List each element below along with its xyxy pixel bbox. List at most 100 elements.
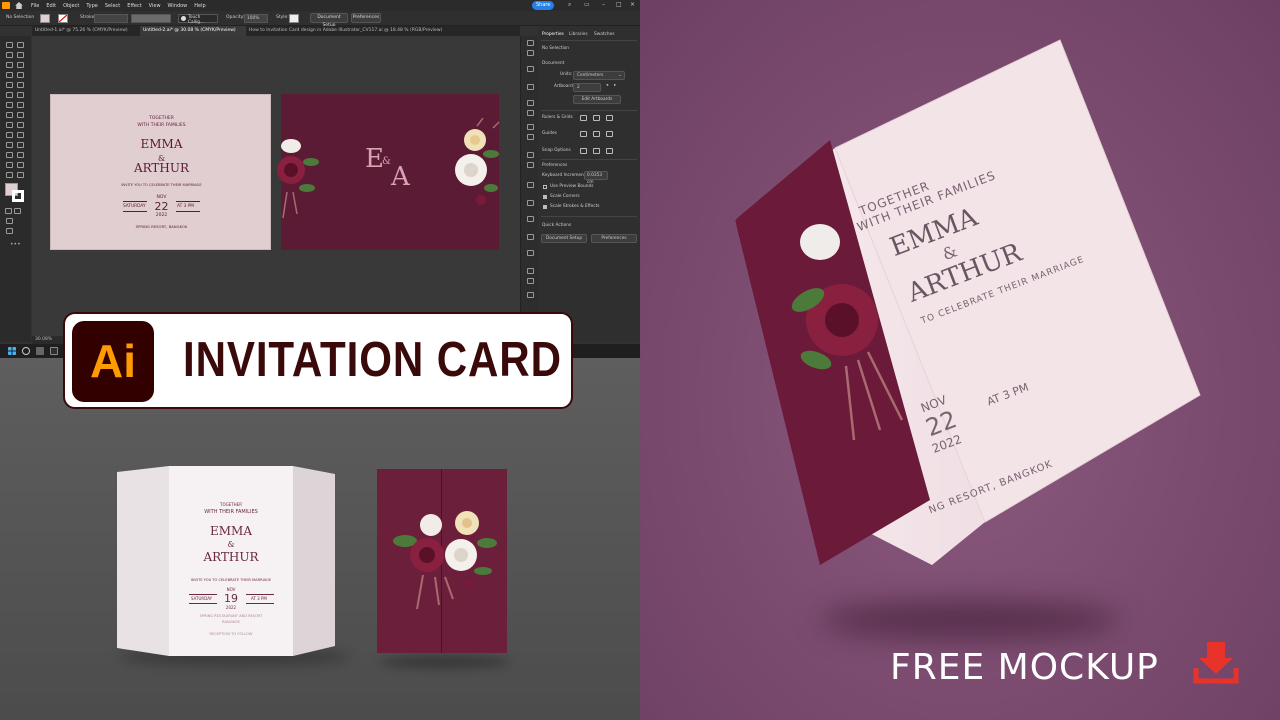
task-view-icon[interactable] (36, 347, 44, 355)
color-mode-icon[interactable] (5, 208, 12, 214)
transparency-panel-icon[interactable] (527, 152, 534, 158)
line-tool-icon[interactable] (17, 72, 24, 78)
artboard-invitation[interactable]: TOGETHER WITH THEIR FAMILIES EMMA & ARTH… (50, 94, 271, 250)
graphic-styles-icon[interactable] (527, 110, 534, 116)
artboard-tool-icon[interactable] (6, 162, 13, 168)
artboard-dropdown[interactable]: 2 (573, 83, 601, 92)
zoom-tool-icon[interactable] (17, 172, 24, 178)
snap-to-glyph-icon[interactable] (606, 148, 613, 154)
snap-to-pixel-icon[interactable] (593, 148, 600, 154)
tab-invitation-card[interactable]: How to Invitation Card design in Adobe I… (246, 26, 520, 36)
lock-guides-icon[interactable] (593, 131, 600, 137)
asset-export-icon[interactable] (527, 292, 534, 298)
menu-help[interactable]: Help (194, 3, 205, 9)
menu-effect[interactable]: Effect (127, 3, 141, 9)
transparency-grid-icon[interactable] (606, 115, 613, 121)
scale-corners-checkbox[interactable] (543, 195, 547, 199)
stroke-color-icon[interactable] (12, 190, 24, 202)
shape-builder-tool-icon[interactable] (6, 122, 13, 128)
links-panel-icon[interactable] (527, 84, 534, 90)
units-dropdown[interactable]: Centimeters ⌄ (573, 71, 625, 80)
more-tools-icon[interactable]: ••• (10, 241, 21, 248)
opacity-label[interactable]: Opacity: (226, 15, 245, 20)
character-panel-icon[interactable] (527, 124, 534, 130)
paintbrush-tool-icon[interactable] (17, 82, 24, 88)
rotate-tool-icon[interactable] (6, 102, 13, 108)
use-preview-bounds-checkbox[interactable] (543, 185, 547, 189)
color-panel-icon[interactable] (527, 40, 534, 46)
tab-libraries[interactable]: Libraries (569, 32, 588, 37)
perspective-grid-tool-icon[interactable] (17, 122, 24, 128)
rectangle-tool-icon[interactable] (6, 82, 13, 88)
quick-preferences-button[interactable]: Preferences (591, 234, 637, 243)
selection-tool-icon[interactable] (6, 42, 13, 48)
menu-window[interactable]: Window (168, 3, 188, 9)
previous-artboard-icon[interactable]: ◂ (606, 83, 608, 88)
keyboard-increment-field[interactable]: 0.0353 cm (584, 171, 608, 185)
edit-artboards-button[interactable]: Edit Artboards (573, 95, 621, 104)
menu-object[interactable]: Object (63, 3, 79, 9)
tab-untitled-1[interactable]: Untitled-1.ai* @ 75.26 % (CMYK/Preview) (32, 26, 140, 36)
appearance-panel-icon[interactable] (527, 100, 534, 106)
share-button[interactable]: Share (532, 1, 555, 10)
blend-tool-icon[interactable] (17, 142, 24, 148)
transform-panel-icon[interactable] (527, 250, 534, 256)
maximize-icon[interactable]: □ (616, 1, 622, 8)
search-icon[interactable]: ⌕ (568, 1, 571, 9)
home-icon[interactable] (15, 2, 23, 9)
brushes-panel-icon[interactable] (527, 182, 534, 188)
document-setup-button[interactable]: Document Setup (310, 13, 348, 28)
canvas-area[interactable]: TOGETHER WITH THEIR FAMILIES EMMA & ARTH… (32, 36, 520, 342)
slice-tool-icon[interactable] (17, 162, 24, 168)
tab-swatches[interactable]: Swatches (594, 32, 615, 37)
width-tool-icon[interactable] (6, 112, 13, 118)
variable-width-profile[interactable] (131, 14, 171, 23)
artboard-cover[interactable]: E & A (277, 94, 500, 250)
minimize-icon[interactable]: – (602, 1, 605, 8)
scale-tool-icon[interactable] (17, 102, 24, 108)
artboards-panel-icon[interactable] (527, 278, 534, 284)
magic-wand-tool-icon[interactable] (6, 52, 13, 58)
brush-definition-field[interactable]: Touch Callig... (178, 14, 218, 25)
grid-icon[interactable] (593, 115, 600, 121)
hand-tool-icon[interactable] (6, 172, 13, 178)
paragraph-panel-icon[interactable] (527, 134, 534, 140)
stroke-panel-icon[interactable] (527, 162, 534, 168)
download-icon[interactable] (1193, 640, 1239, 684)
rulers-icon[interactable] (580, 115, 587, 121)
mesh-tool-icon[interactable] (6, 132, 13, 138)
color-guide-icon[interactable] (527, 50, 534, 56)
opacity-field[interactable]: 100% (244, 14, 268, 23)
stroke-weight-field[interactable] (94, 14, 128, 23)
windows-start-icon[interactable] (8, 347, 16, 355)
shaper-tool-icon[interactable] (6, 92, 13, 98)
menu-edit[interactable]: Edit (46, 3, 56, 9)
screen-mode-icon[interactable] (6, 228, 13, 234)
zoom-level[interactable]: 30.08% (35, 337, 52, 342)
snap-to-point-icon[interactable] (580, 148, 587, 154)
quick-document-setup-button[interactable]: Document Setup (541, 234, 587, 243)
swatches-panel-icon[interactable] (527, 66, 534, 72)
gradient-tool-icon[interactable] (17, 132, 24, 138)
type-tool-icon[interactable] (6, 72, 13, 78)
fill-swatch[interactable] (40, 14, 50, 23)
align-panel-icon[interactable] (527, 234, 534, 240)
pathfinder-panel-icon[interactable] (527, 216, 534, 222)
layers-panel-icon[interactable] (527, 268, 534, 274)
taskbar-search-icon[interactable] (22, 347, 30, 355)
menu-file[interactable]: File (31, 3, 39, 9)
graphic-style-swatch[interactable] (289, 14, 299, 23)
symbol-sprayer-tool-icon[interactable] (6, 152, 13, 158)
taskbar-app-icon[interactable] (50, 347, 58, 355)
smart-guides-icon[interactable] (606, 131, 613, 137)
symbols-panel-icon[interactable] (527, 200, 534, 206)
workspace-icon[interactable]: ▭ (584, 1, 590, 8)
tab-untitled-2[interactable]: Untitled-2.ai* @ 30.08 % (CMYK/Preview) (140, 26, 246, 36)
menu-type[interactable]: Type (86, 3, 97, 9)
gradient-mode-icon[interactable] (14, 208, 21, 214)
menu-select[interactable]: Select (105, 3, 120, 9)
scale-strokes-checkbox[interactable] (543, 205, 547, 209)
preferences-button[interactable]: Preferences (351, 13, 381, 23)
stroke-swatch[interactable] (58, 14, 68, 23)
eraser-tool-icon[interactable] (17, 92, 24, 98)
